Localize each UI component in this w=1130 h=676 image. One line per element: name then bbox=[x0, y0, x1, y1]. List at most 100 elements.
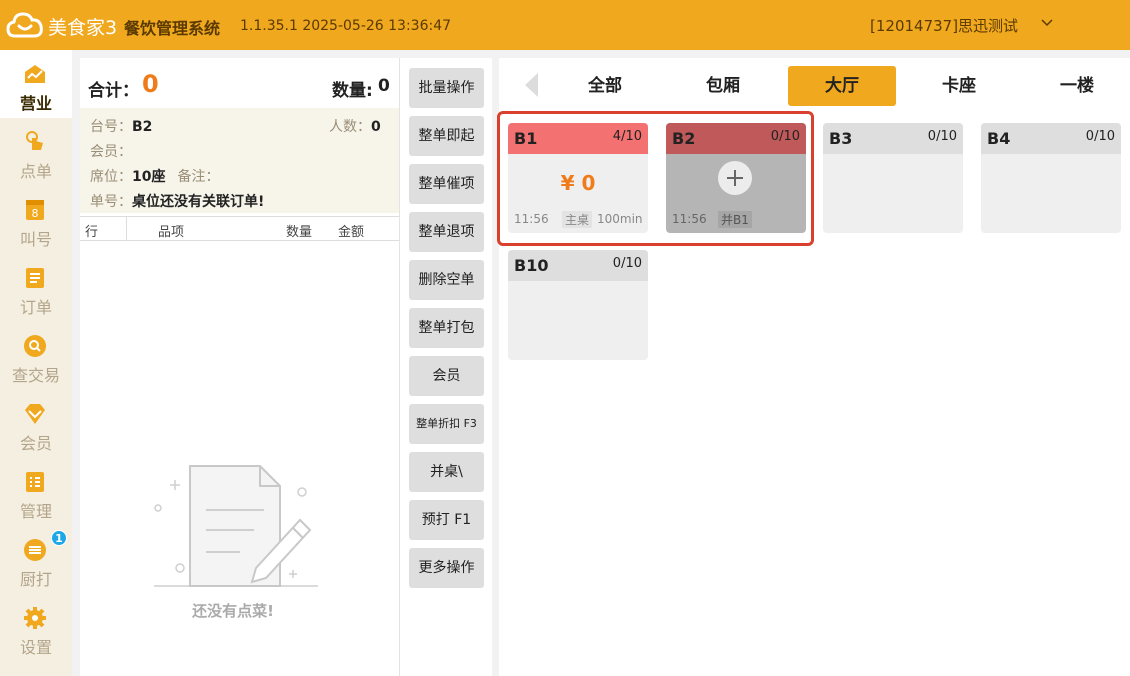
tab-hall[interactable]: 大厅 bbox=[788, 66, 896, 106]
sidebar-item-label: 查交易 bbox=[11, 366, 60, 385]
table-open-time: 11:56 bbox=[514, 212, 549, 226]
kitchen-print-icon bbox=[24, 539, 46, 561]
table-no-label: 台号： bbox=[90, 119, 132, 135]
table-no-value: B2 bbox=[132, 119, 153, 135]
return-all-button[interactable]: 整单退项 bbox=[409, 212, 484, 252]
table-name: B1 bbox=[514, 129, 538, 148]
table-capacity: 4/10 bbox=[612, 129, 642, 144]
start-all-button[interactable]: 整单即起 bbox=[409, 116, 484, 156]
quantity-value: 0 bbox=[378, 76, 390, 96]
store-icon bbox=[25, 65, 45, 83]
sidebar-item-label: 叫号 bbox=[19, 230, 52, 249]
column-header: 行 bbox=[85, 225, 99, 240]
chevron-down-icon[interactable] bbox=[1040, 16, 1054, 30]
sidebar-nav: 营业 点单 8 叫号 订单 查交易 会员 管理 厨打 设置 bbox=[0, 50, 72, 676]
sidebar-item-label: 点单 bbox=[19, 162, 52, 181]
sidebar-item-business[interactable]: 营业 bbox=[0, 50, 72, 118]
chevron-left-icon[interactable] bbox=[523, 72, 539, 98]
guests-label: 人数： bbox=[329, 119, 371, 135]
table-card-header: B4 0/10 bbox=[981, 123, 1121, 154]
notification-badge: 1 bbox=[51, 530, 67, 546]
table-card-b2[interactable]: B2 0/10 11:56 并B1 bbox=[666, 123, 806, 233]
tab-first-floor[interactable]: 一楼 bbox=[1023, 66, 1130, 106]
search-icon bbox=[24, 335, 46, 357]
table-tag: 并B1 bbox=[718, 211, 752, 228]
checklist-icon bbox=[26, 472, 44, 492]
tab-private-room[interactable]: 包厢 bbox=[669, 66, 777, 106]
table-duration: 100min bbox=[597, 212, 643, 226]
app-header: 美食家3 餐饮管理系统 1.1.35.1 2025-05-26 13:36:47… bbox=[0, 0, 1130, 50]
guests-value: 0 bbox=[371, 119, 381, 135]
tab-all[interactable]: 全部 bbox=[551, 66, 659, 106]
user-account[interactable]: [12014737]思迅测试 bbox=[870, 15, 1018, 36]
total-label: 合计： bbox=[88, 81, 139, 101]
rush-all-button[interactable]: 整单催项 bbox=[409, 164, 484, 204]
empty-order-illustration bbox=[154, 465, 318, 587]
member-button[interactable]: 会员 bbox=[409, 356, 484, 396]
tap-hand-icon bbox=[26, 131, 43, 150]
quantity-label: 数量: bbox=[332, 81, 373, 101]
table-name: B4 bbox=[987, 129, 1011, 148]
seat-label: 席位： bbox=[90, 169, 132, 185]
order-table-header: 行 品项 数量 金额 bbox=[80, 216, 399, 241]
table-card-header: B2 0/10 bbox=[666, 123, 806, 154]
sidebar-item-settings[interactable]: 设置 bbox=[0, 594, 72, 662]
total-value: 0 bbox=[142, 70, 159, 98]
list-icon bbox=[26, 268, 44, 288]
column-header: 金额 bbox=[338, 225, 365, 240]
table-card-header: B3 0/10 bbox=[823, 123, 963, 154]
pack-all-button[interactable]: 整单打包 bbox=[409, 308, 484, 348]
table-capacity: 0/10 bbox=[612, 256, 642, 271]
table-card-b1[interactable]: B1 4/10 ¥ 0 11:56 主桌 100min bbox=[508, 123, 648, 233]
version-timestamp: 1.1.35.1 2025-05-26 13:36:47 bbox=[240, 18, 452, 34]
table-capacity: 0/10 bbox=[1085, 129, 1115, 144]
sidebar-item-transactions[interactable]: 查交易 bbox=[0, 322, 72, 390]
table-card-b10[interactable]: B10 0/10 bbox=[508, 250, 648, 360]
table-name: B10 bbox=[514, 256, 549, 275]
brand-name: 美食家3 bbox=[48, 17, 118, 39]
sidebar-item-call-number[interactable]: 8 叫号 bbox=[0, 186, 72, 254]
merge-table-button[interactable]: 并桌\ bbox=[409, 452, 484, 492]
order-panel: 合计： 0 数量: 0 台号：B2 人数：0 会员： 席位：10座 备注： 单号：… bbox=[80, 58, 399, 676]
sidebar-item-label: 会员 bbox=[19, 434, 52, 453]
column-header: 品项 bbox=[158, 225, 185, 240]
system-name: 餐饮管理系统 bbox=[124, 19, 221, 38]
plus-icon[interactable] bbox=[717, 160, 753, 196]
table-card-header: B1 4/10 bbox=[508, 123, 648, 154]
order-no-label: 单号： bbox=[90, 194, 132, 210]
sidebar-item-order[interactable]: 点单 bbox=[0, 118, 72, 186]
table-capacity: 0/10 bbox=[927, 129, 957, 144]
sidebar-item-label: 订单 bbox=[19, 298, 52, 317]
pre-print-button[interactable]: 预打 F1 bbox=[409, 500, 484, 540]
sidebar-item-label: 营业 bbox=[19, 94, 52, 113]
note-label: 备注： bbox=[177, 169, 220, 185]
order-discount-button[interactable]: 整单折扣 F3 bbox=[409, 404, 484, 444]
column-divider bbox=[126, 217, 127, 241]
more-actions-button[interactable]: 更多操作 bbox=[409, 548, 484, 588]
sidebar-item-label: 管理 bbox=[19, 502, 52, 521]
action-panel: 批量操作 整单即起 整单催项 整单退项 删除空单 整单打包 会员 整单折扣 F3… bbox=[399, 58, 492, 676]
table-tag: 主桌 bbox=[562, 211, 593, 228]
diamond-icon bbox=[25, 404, 45, 424]
table-card-b4[interactable]: B4 0/10 bbox=[981, 123, 1121, 233]
sidebar-item-label: 厨打 bbox=[19, 570, 52, 589]
seat-value: 10座 bbox=[132, 169, 166, 185]
tab-booth[interactable]: 卡座 bbox=[905, 66, 1013, 106]
empty-order-text: 还没有点菜! bbox=[192, 602, 274, 620]
sidebar-item-orders[interactable]: 订单 bbox=[0, 254, 72, 322]
cloud-logo-icon bbox=[6, 12, 43, 38]
svg-text:8: 8 bbox=[32, 207, 39, 220]
table-capacity: 0/10 bbox=[770, 129, 800, 144]
table-card-b3[interactable]: B3 0/10 bbox=[823, 123, 963, 233]
number-icon: 8 bbox=[26, 200, 44, 220]
delete-empty-order-button[interactable]: 删除空单 bbox=[409, 260, 484, 300]
batch-operation-button[interactable]: 批量操作 bbox=[409, 68, 484, 108]
column-header: 数量 bbox=[286, 225, 313, 240]
sidebar-item-management[interactable]: 管理 bbox=[0, 458, 72, 526]
table-name: B3 bbox=[829, 129, 853, 148]
table-name: B2 bbox=[672, 129, 696, 148]
table-info: 台号：B2 人数：0 会员： 席位：10座 备注： 单号：桌位还没有关联订单! bbox=[80, 108, 399, 213]
sidebar-item-label: 设置 bbox=[19, 638, 52, 657]
table-amount: ¥ 0 bbox=[560, 171, 596, 195]
sidebar-item-members[interactable]: 会员 bbox=[0, 390, 72, 458]
